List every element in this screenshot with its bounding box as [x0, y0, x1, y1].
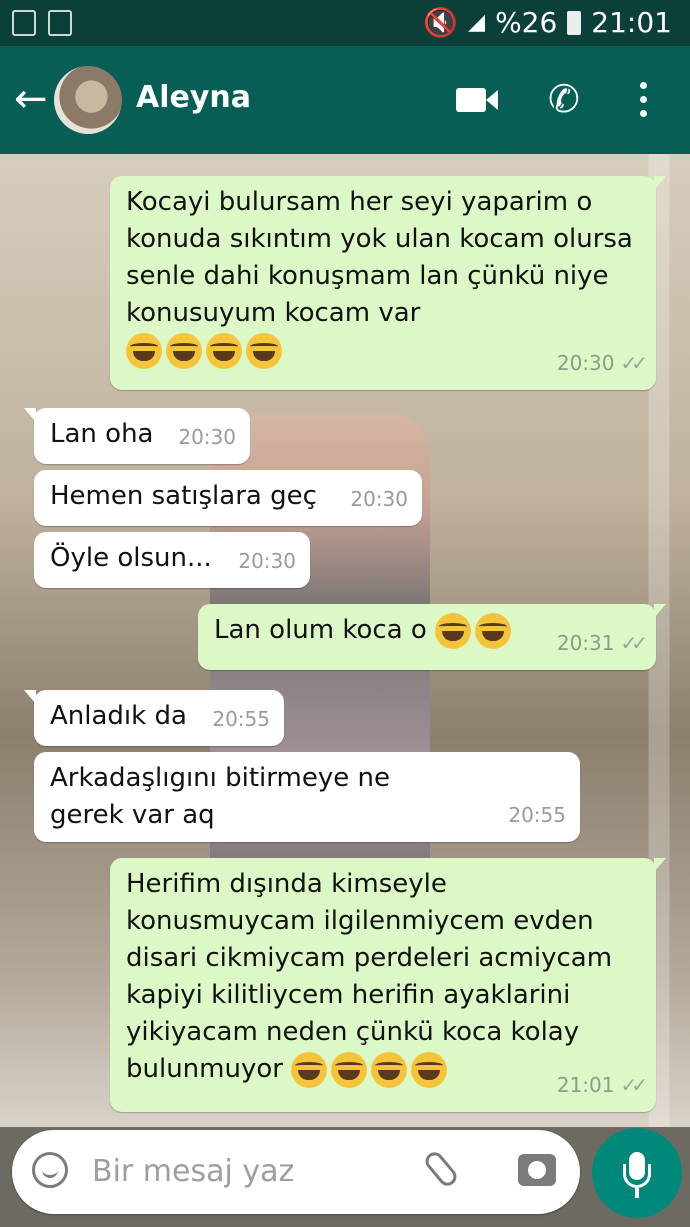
- message-incoming[interactable]: Anladık da 20:55: [24, 690, 284, 746]
- read-ticks-icon: ✓✓: [620, 1073, 647, 1097]
- message-text: Öyle olsun...: [50, 543, 212, 573]
- chat-background: Kocayi bulursam her seyi yaparim o konud…: [0, 154, 690, 1127]
- emoji-icon[interactable]: [32, 1152, 68, 1188]
- video-call-icon[interactable]: [456, 74, 500, 124]
- message-time: 20:30: [556, 351, 615, 375]
- chat-header: ← Aleyna ✆: [0, 46, 690, 154]
- message-text: Kocayi bulursam her seyi yaparim o konud…: [126, 187, 633, 328]
- laughing-emoji-icon: [331, 1051, 368, 1088]
- camera-icon[interactable]: [518, 1154, 556, 1186]
- laughing-emoji-icon: [371, 1051, 408, 1088]
- laughing-emoji-icon: [291, 1051, 328, 1088]
- message-incoming[interactable]: Hemen satışlara geç 20:30: [34, 470, 422, 526]
- phone-icon[interactable]: ✆: [548, 74, 580, 124]
- laughing-emoji-icon: [206, 332, 242, 369]
- message-input[interactable]: Bir mesaj yaz: [92, 1154, 294, 1189]
- laughing-emoji-icon: [435, 612, 472, 649]
- message-time: 20:55: [212, 707, 270, 731]
- message-text: Lan olum koca o: [214, 615, 427, 645]
- laughing-emoji-icon: [126, 332, 162, 369]
- read-ticks-icon: ✓✓: [620, 631, 647, 655]
- message-text: Anladık da: [50, 701, 187, 731]
- avatar[interactable]: [54, 66, 122, 134]
- more-icon[interactable]: [640, 82, 647, 124]
- attach-icon[interactable]: [421, 1148, 461, 1190]
- message-incoming[interactable]: Arkadaşlıgını bitirmeye ne gerek var aq …: [34, 752, 580, 842]
- message-outgoing[interactable]: Kocayi bulursam her seyi yaparim o konud…: [110, 176, 666, 390]
- read-ticks-icon: ✓✓: [620, 351, 647, 375]
- message-incoming[interactable]: Lan oha 20:30: [24, 408, 250, 464]
- laughing-emoji-icon: [411, 1051, 448, 1088]
- laughing-emoji-icon: [166, 332, 202, 369]
- clock: 21:01: [591, 6, 672, 39]
- notification-icon: [12, 10, 36, 36]
- message-composer[interactable]: Bir mesaj yaz: [12, 1130, 580, 1214]
- contact-name[interactable]: Aleyna: [136, 80, 251, 115]
- message-time: 20:55: [508, 803, 566, 827]
- battery-icon: [567, 10, 582, 35]
- message-time: 20:31: [556, 631, 615, 655]
- message-text: Arkadaşlıgını bitirmeye ne gerek var aq: [50, 763, 390, 830]
- wifi-icon: ◢: [468, 10, 486, 35]
- message-time: 20:30: [350, 487, 408, 511]
- laughing-emoji-icon: [475, 612, 512, 649]
- message-incoming[interactable]: Öyle olsun... 20:30: [34, 532, 310, 588]
- status-bar: 🔇 ◢ %26 21:01: [0, 0, 690, 46]
- back-arrow-icon[interactable]: ←: [14, 74, 48, 124]
- message-text: Lan oha: [50, 419, 154, 449]
- storage-icon: [48, 10, 72, 36]
- laughing-emoji-icon: [246, 332, 282, 369]
- message-time: 20:30: [178, 425, 236, 449]
- message-text: Hemen satışlara geç: [50, 481, 317, 511]
- message-outgoing[interactable]: Herifim dışında kimseyle konusmuycam ilg…: [110, 858, 666, 1112]
- battery-percent: %26: [495, 6, 558, 39]
- message-outgoing[interactable]: Lan olum koca o 20:31 ✓✓: [198, 604, 666, 670]
- message-time: 20:30: [238, 549, 296, 573]
- message-time: 21:01: [556, 1073, 615, 1097]
- message-text: Herifim dışında kimseyle konusmuycam ilg…: [126, 869, 613, 1084]
- mute-icon: 🔇: [423, 6, 459, 39]
- mic-icon[interactable]: [592, 1128, 682, 1218]
